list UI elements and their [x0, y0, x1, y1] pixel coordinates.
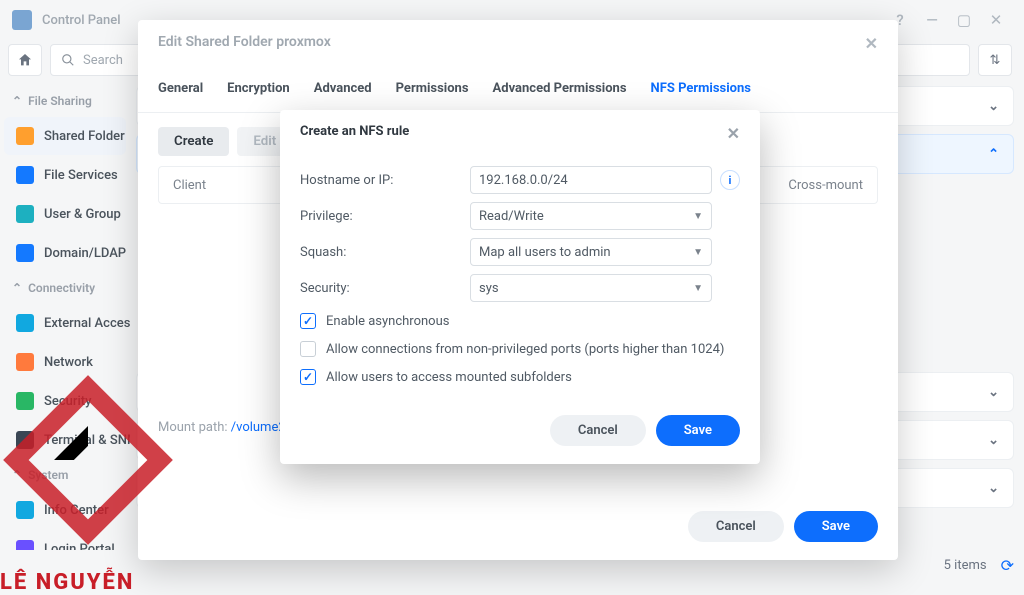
- terminal-icon: [16, 431, 34, 449]
- field-privilege: Privilege: Read/Write▼: [300, 199, 740, 233]
- sidebar-item-file-services[interactable]: File Services: [4, 156, 126, 194]
- sidebar-section-connectivity[interactable]: ⌃Connectivity: [0, 273, 130, 303]
- portal-icon: [16, 540, 34, 550]
- dialog-tabs: General Encryption Advanced Permissions …: [138, 67, 898, 113]
- watermark-text: LÊ NGUYỄN: [0, 570, 134, 595]
- status-bar: 5 items ⟳: [944, 550, 1014, 580]
- chevron-down-icon: ▼: [693, 211, 703, 222]
- sidebar-item-user-group[interactable]: User & Group: [4, 195, 126, 233]
- col-cross-mount: Cross-mount: [774, 178, 877, 193]
- dialog-title: Edit Shared Folder proxmox: [158, 34, 331, 53]
- tab-advanced-permissions[interactable]: Advanced Permissions: [493, 73, 627, 112]
- modal-save-button[interactable]: Save: [656, 415, 740, 446]
- tab-permissions[interactable]: Permissions: [396, 73, 469, 112]
- network-icon: [16, 353, 34, 371]
- checkbox-async[interactable]: ✓ Enable asynchronous: [300, 307, 740, 335]
- folder-icon: [16, 127, 34, 145]
- field-hostname: Hostname or IP: i: [300, 163, 740, 197]
- hostname-input[interactable]: [470, 166, 712, 194]
- modal-close-button[interactable]: ✕: [727, 124, 740, 143]
- checkbox-subfolders[interactable]: ✓ Allow users to access mounted subfolde…: [300, 363, 740, 391]
- sidebar-section-system[interactable]: ⌃System: [0, 460, 130, 490]
- checkbox-icon: ✓: [300, 369, 316, 385]
- sidebar: ⌃File Sharing Shared Folder File Service…: [0, 80, 130, 550]
- ldap-icon: [16, 244, 34, 262]
- sort-icon: ⇅: [990, 53, 1001, 68]
- app-icon: [12, 10, 32, 30]
- create-button[interactable]: Create: [158, 127, 229, 156]
- tab-advanced[interactable]: Advanced: [314, 73, 372, 112]
- checkbox-icon: [300, 341, 316, 357]
- chevron-down-icon: ▼: [693, 283, 703, 294]
- globe-icon: [16, 314, 34, 332]
- minimize-icon[interactable]: —: [916, 11, 948, 29]
- sidebar-item-login-portal[interactable]: Login Portal: [4, 530, 126, 550]
- checkbox-nonpriv[interactable]: Allow connections from non-privileged po…: [300, 335, 740, 363]
- search-placeholder: Search: [83, 53, 123, 68]
- info-icon: [16, 501, 34, 519]
- users-icon: [16, 205, 34, 223]
- dialog-cancel-button[interactable]: Cancel: [688, 511, 784, 542]
- search-icon: [61, 53, 75, 67]
- maximize-icon[interactable]: ▢: [948, 11, 980, 29]
- squash-label: Squash:: [300, 245, 470, 260]
- dialog-close-button[interactable]: ✕: [865, 34, 878, 53]
- sidebar-item-shared-folder[interactable]: Shared Folder: [4, 117, 126, 155]
- chevron-down-icon: ⌄: [988, 385, 999, 400]
- checkbox-icon: ✓: [300, 313, 316, 329]
- modal-footer: Cancel Save: [280, 401, 760, 464]
- privilege-select[interactable]: Read/Write▼: [470, 202, 712, 230]
- sidebar-item-domain-ldap[interactable]: Domain/LDAP: [4, 234, 126, 272]
- home-icon: [17, 52, 33, 68]
- refresh-icon[interactable]: ⟳: [1001, 556, 1014, 575]
- privilege-label: Privilege:: [300, 209, 470, 224]
- info-icon[interactable]: i: [720, 170, 740, 190]
- field-security: Security: sys▼: [300, 271, 740, 305]
- chevron-down-icon: ▼: [693, 247, 703, 258]
- app-title: Control Panel: [42, 13, 121, 28]
- chevron-up-icon: ⌃: [988, 147, 999, 162]
- close-icon[interactable]: ✕: [980, 11, 1012, 29]
- chevron-down-icon: ⌄: [988, 433, 999, 448]
- chevron-up-icon: ⌃: [12, 281, 22, 295]
- dialog-footer: Cancel Save: [138, 499, 898, 560]
- home-button[interactable]: [8, 44, 42, 76]
- hostname-label: Hostname or IP:: [300, 173, 470, 188]
- security-label: Security:: [300, 281, 470, 296]
- shield-icon: [16, 392, 34, 410]
- file-services-icon: [16, 166, 34, 184]
- sidebar-item-network[interactable]: Network: [4, 343, 126, 381]
- sidebar-item-external-access[interactable]: External Access: [4, 304, 126, 342]
- sidebar-item-info-center[interactable]: Info Center: [4, 491, 126, 529]
- nfs-rule-modal: Create an NFS rule ✕ Hostname or IP: i P…: [280, 110, 760, 464]
- sidebar-section-file-sharing[interactable]: ⌃File Sharing: [0, 86, 130, 116]
- chevron-down-icon: ⌄: [988, 481, 999, 496]
- modal-cancel-button[interactable]: Cancel: [550, 415, 646, 446]
- sidebar-item-security[interactable]: Security: [4, 382, 126, 420]
- dialog-save-button[interactable]: Save: [794, 511, 878, 542]
- sidebar-item-terminal[interactable]: Terminal & SNMP: [4, 421, 126, 459]
- tab-nfs-permissions[interactable]: NFS Permissions: [651, 73, 751, 112]
- security-select[interactable]: sys▼: [470, 274, 712, 302]
- tab-general[interactable]: General: [158, 73, 203, 112]
- chevron-up-icon: ⌃: [12, 94, 22, 108]
- modal-title: Create an NFS rule: [300, 124, 409, 143]
- item-count: 5 items: [944, 558, 987, 573]
- tab-encryption[interactable]: Encryption: [227, 73, 290, 112]
- sort-button[interactable]: ⇅: [978, 44, 1012, 76]
- chevron-up-icon: ⌃: [12, 468, 22, 482]
- squash-select[interactable]: Map all users to admin▼: [470, 238, 712, 266]
- field-squash: Squash: Map all users to admin▼: [300, 235, 740, 269]
- chevron-down-icon: ⌄: [988, 99, 999, 114]
